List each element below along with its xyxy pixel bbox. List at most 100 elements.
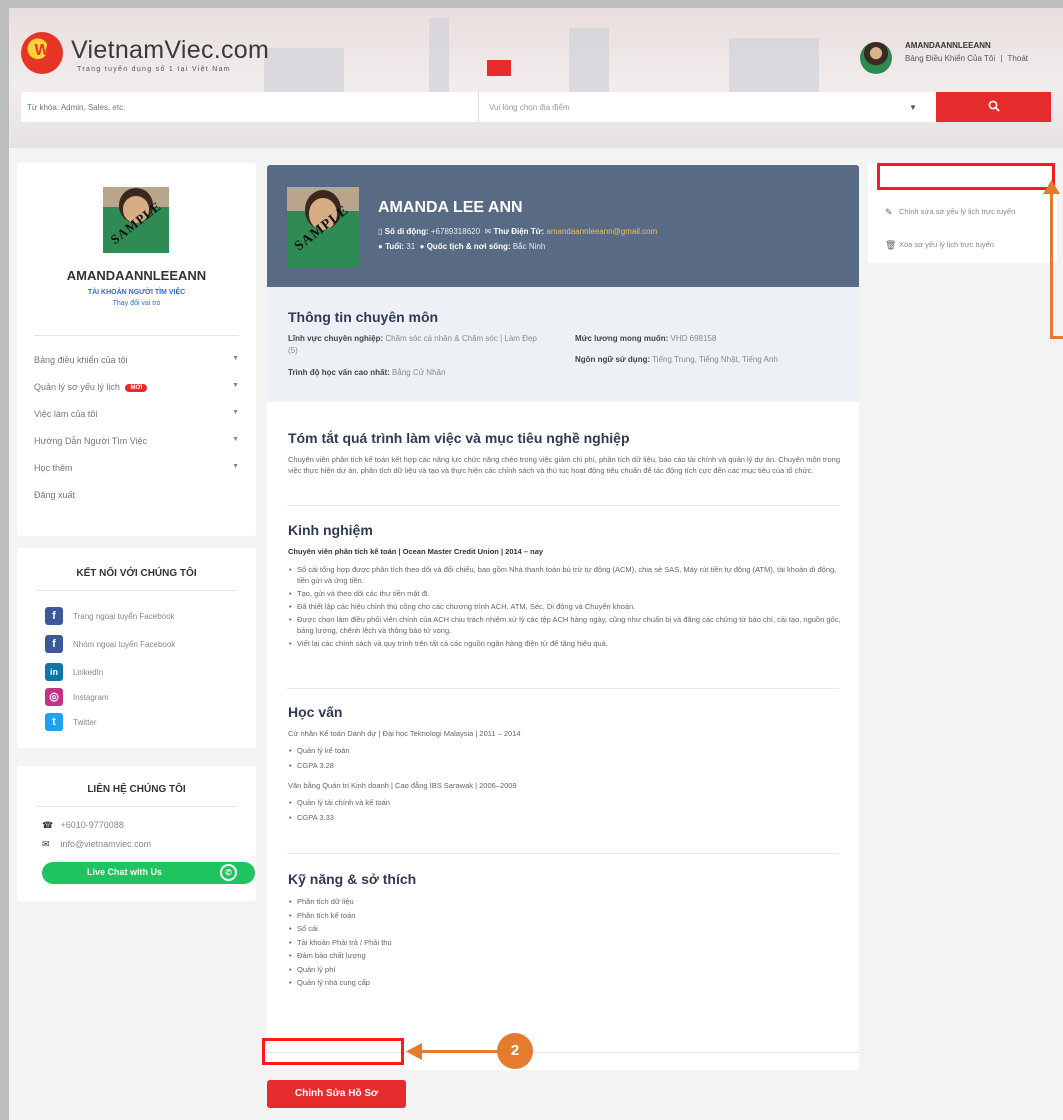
- annotation-arrow-line: [1050, 193, 1053, 338]
- connect-card: KẾT NỐI VỚI CHÚNG TÔI f Trang ngoại tuyể…: [17, 548, 256, 748]
- phone-value: +6789318620: [430, 227, 481, 236]
- summary-text: Chuyên viên phân tích kế toán kết hợp cá…: [288, 455, 841, 475]
- list-item: CGPA 3.33: [288, 812, 588, 823]
- divider: [287, 505, 839, 506]
- link-separator: |: [1000, 54, 1003, 63]
- header-user-name: AMANDAANNLEEANN: [905, 41, 991, 50]
- new-badge: MỚI: [125, 384, 148, 392]
- resume-info-line: ● Tuổi: 31 ● Quốc tịch & nơi sống: Bắc N…: [378, 242, 545, 251]
- keyword-input[interactable]: [21, 92, 479, 122]
- divider: [34, 335, 239, 336]
- edit-icon: ✎: [885, 207, 893, 217]
- facebook-icon: f: [45, 635, 63, 653]
- change-role-link[interactable]: Thay đổi vai trò: [17, 300, 256, 307]
- divider: [287, 853, 839, 854]
- edit-profile-button[interactable]: Chỉnh Sửa Hồ Sơ: [267, 1080, 406, 1108]
- section-title: Kinh nghiệm: [288, 522, 373, 538]
- action-label: Xóa sơ yếu lý lịch trực tuyến: [899, 240, 994, 249]
- list-item: CGPA 3.28: [288, 760, 588, 771]
- education-heading: Cử nhân Kế toán Danh dự | Đại học Teknol…: [288, 729, 521, 738]
- resume-header: SAMPLE AMANDA LEE ANN ▯ Số di động: +678…: [267, 165, 859, 287]
- menu-item-label: Quản lý sơ yếu lý lịch: [34, 382, 120, 392]
- list-item: Sổ cái: [288, 922, 588, 936]
- location-placeholder: Vui lòng chọn địa điểm: [489, 103, 570, 112]
- live-chat-button[interactable]: Live Chat with Us ✆: [42, 862, 255, 884]
- site-header: W VietnamViec.com Trang tuyển dụng số 1 …: [9, 8, 1063, 148]
- education-level-info: Trình độ học vấn cao nhất: Bằng Cử Nhân: [288, 367, 548, 379]
- email-link[interactable]: amandaannleeann@gmail.com: [546, 227, 657, 236]
- education-list: Quản lý kế toán CGPA 3.28: [288, 745, 588, 771]
- flag-icon: [487, 60, 511, 76]
- logo-icon[interactable]: W: [21, 32, 63, 74]
- list-item: Tạo, gửi và theo dõi các thư tiền mặt đi…: [288, 588, 843, 599]
- logo-text[interactable]: VietnamViec.com: [71, 36, 269, 65]
- menu-item-dashboard[interactable]: Bảng điều khiển của tôi ▼: [34, 355, 239, 369]
- contact-card: LIÊN HỆ CHÚNG TÔI ☎ +6010-9770088 ✉ info…: [17, 766, 256, 901]
- list-item: Phân tích dữ liệu: [288, 895, 588, 909]
- bullet-icon: ●: [378, 242, 383, 251]
- profile-photo: SAMPLE: [103, 187, 169, 253]
- menu-item-learn-more[interactable]: Học thêm ▼: [34, 463, 239, 477]
- divider: [287, 688, 839, 689]
- menu-item-logout[interactable]: Đăng xuất: [34, 490, 239, 504]
- arrow-up-icon: [1043, 180, 1060, 194]
- list-item: Tài khoản Phải trả / Phải thu: [288, 936, 588, 950]
- avatar[interactable]: [860, 42, 892, 74]
- list-item: Quản lý nhà cung cấp: [288, 976, 588, 990]
- resume-name: AMANDA LEE ANN: [378, 199, 523, 216]
- menu-item-label: Việc làm của tôi: [34, 409, 98, 419]
- annotation-arrow-line: [419, 1050, 499, 1053]
- professional-info-panel: Thông tin chuyên môn Lĩnh vực chuyên ngh…: [267, 287, 859, 402]
- resume-photo: SAMPLE: [287, 187, 359, 267]
- social-label: Instagram: [73, 693, 109, 702]
- linkedin-icon: in: [45, 663, 63, 681]
- chevron-down-icon[interactable]: ▼: [909, 103, 917, 112]
- language-label: Ngôn ngữ sử dụng:: [575, 355, 651, 364]
- menu-item-my-jobs[interactable]: Việc làm của tôi ▼: [34, 409, 239, 423]
- resume-contact-line: ▯ Số di động: +6789318620 ✉ Thư Điện Tử:…: [378, 227, 657, 236]
- menu-item-job-seeker-guide[interactable]: Hướng Dẫn Người Tìm Việc ▼: [34, 436, 239, 450]
- list-item: Quản lý tài chính và kế toán: [288, 797, 588, 808]
- chevron-down-icon: ▼: [232, 436, 239, 443]
- experience-list: Sổ cái tổng hợp được phân tích theo dõi …: [288, 564, 843, 649]
- search-icon: [988, 100, 1000, 112]
- contact-phone[interactable]: ☎ +6010-9770088: [42, 820, 124, 831]
- menu-item-manage-resume[interactable]: Quản lý sơ yếu lý lịch MỚI ▼: [34, 382, 239, 396]
- connect-title: KẾT NỐI VỚI CHÚNG TÔI: [76, 568, 197, 579]
- divider: [37, 806, 237, 807]
- nationality-value: Bắc Ninh: [512, 242, 546, 251]
- profile-role: TÀI KHOẢN NGƯỜI TÌM VIỆC: [87, 289, 186, 296]
- location-select[interactable]: Vui lòng chọn địa điểm: [479, 92, 929, 122]
- highlight-box: [877, 163, 1055, 190]
- nationality-label: Quốc tịch & nơi sống:: [426, 242, 511, 251]
- education-level-value: Bằng Cử Nhân: [392, 368, 446, 377]
- whatsapp-icon: ✆: [220, 864, 237, 881]
- divider: [37, 590, 237, 591]
- language-info: Ngôn ngữ sử dụng: Tiếng Trung, Tiếng Nhậ…: [575, 354, 845, 366]
- logo-tagline: Trang tuyển dụng số 1 tại Việt Nam: [77, 66, 231, 73]
- salary-label: Mức lương mong muốn:: [575, 334, 669, 343]
- menu-item-label: Đăng xuất: [34, 490, 76, 500]
- field-label: Lĩnh vực chuyên nghiệp:: [288, 334, 384, 343]
- contact-email-value: info@vietnamviec.com: [60, 839, 152, 849]
- contact-email[interactable]: ✉ info@vietnamviec.com: [42, 839, 151, 850]
- bullet-icon: ●: [419, 242, 425, 251]
- chevron-down-icon: ▼: [232, 355, 239, 362]
- menu-item-label: Hướng Dẫn Người Tìm Việc: [34, 436, 148, 446]
- live-chat-label: Live Chat with Us: [87, 867, 163, 877]
- profile-name: AMANDAANNLEEANN: [66, 268, 207, 283]
- search-button[interactable]: [936, 92, 1051, 122]
- dashboard-link[interactable]: Bảng Điều Khiển Của Tôi: [905, 54, 995, 63]
- profile-card: SAMPLE AMANDAANNLEEANN TÀI KHOẢN NGƯỜI T…: [17, 163, 256, 536]
- list-item: Quản lý phí: [288, 963, 588, 977]
- logout-link[interactable]: Thoát: [1008, 54, 1028, 63]
- section-title: Tóm tắt quá trình làm việc và mục tiêu n…: [288, 430, 630, 446]
- menu-item-label: Học thêm: [34, 463, 73, 473]
- education-level-label: Trình độ học vấn cao nhất:: [288, 368, 390, 377]
- header-user-links: Bảng Điều Khiển Của Tôi | Thoát: [905, 54, 1028, 63]
- social-label: LinkedIn: [73, 668, 104, 677]
- experience-role: Chuyên viên phân tích kế toán | Ocean Ma…: [288, 547, 544, 556]
- twitter-icon: t: [45, 713, 63, 731]
- list-item: Sổ cái tổng hợp được phân tích theo dõi …: [288, 564, 843, 586]
- section-title: Thông tin chuyên môn: [288, 309, 439, 325]
